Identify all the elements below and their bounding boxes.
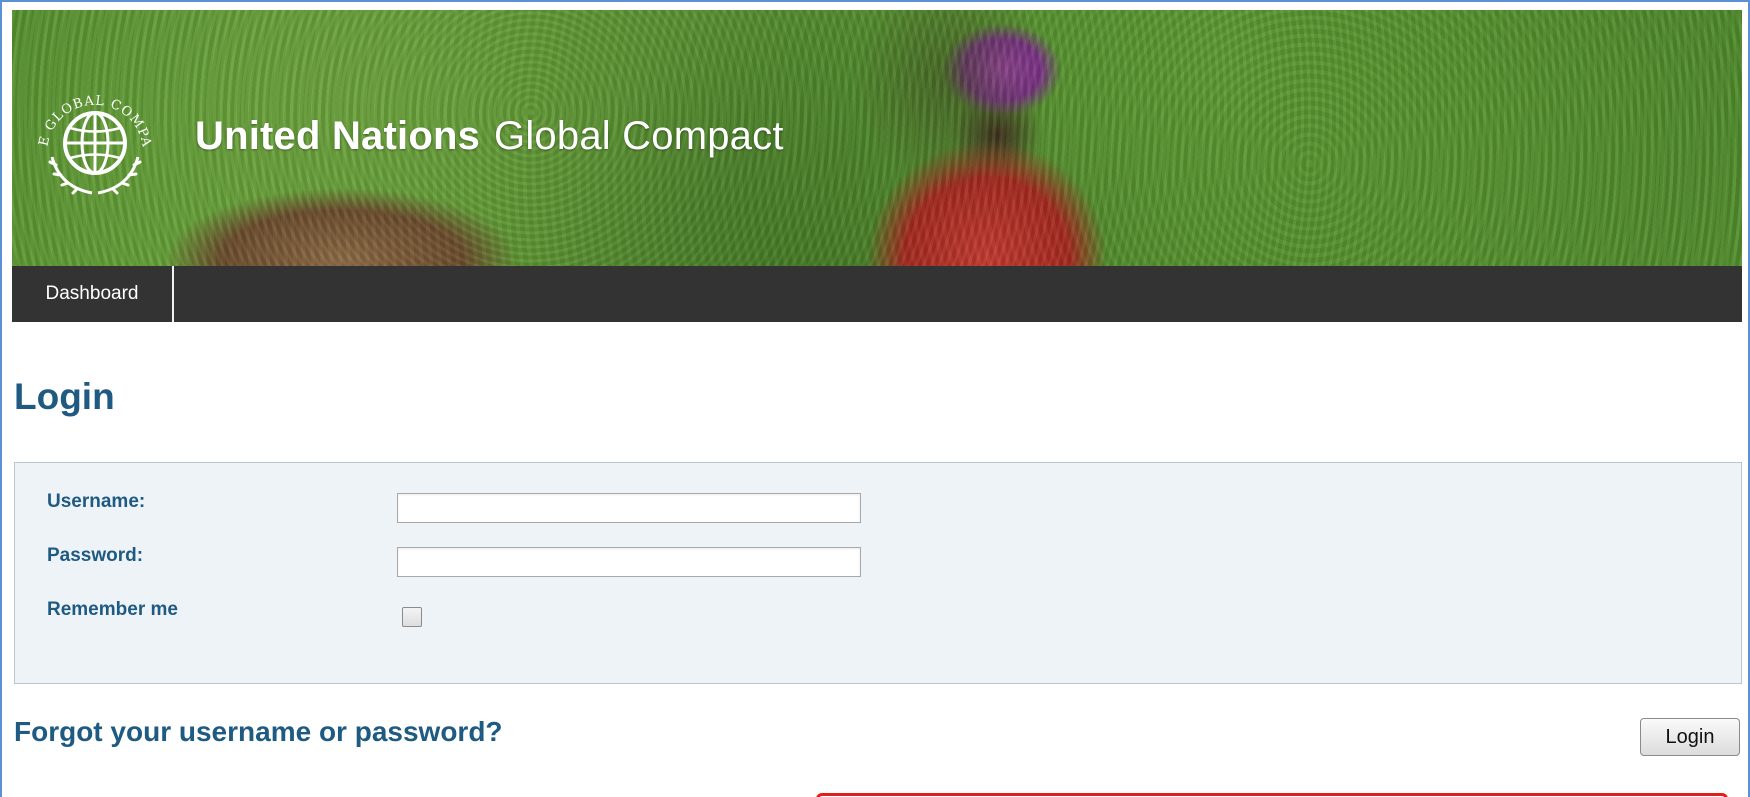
page-title: Login (14, 376, 115, 417)
global-compact-logo: THE GLOBAL COMPACT (30, 65, 154, 195)
nav-bar: Dashboard (12, 266, 1742, 322)
brand-title: United Nations Global Compact (195, 114, 784, 159)
login-form: Username: Password: Remember me (14, 462, 1742, 684)
notice-box (816, 793, 1728, 797)
tab-dashboard[interactable]: Dashboard (12, 266, 174, 322)
password-input[interactable] (397, 547, 861, 577)
logo-text: THE GLOBAL COMPACT (30, 65, 153, 149)
password-label: Password: (47, 545, 144, 566)
forgot-link[interactable]: Forgot your username or password? (14, 716, 503, 748)
header-banner: THE GLOBAL COMPACT United Nations Global … (12, 10, 1742, 266)
login-button[interactable]: Login (1640, 718, 1740, 756)
svg-text:THE GLOBAL COMPACT: THE GLOBAL COMPACT (30, 65, 154, 149)
username-input[interactable] (397, 493, 861, 523)
remember-checkbox[interactable] (402, 607, 422, 627)
brand-bold: United Nations (195, 114, 481, 158)
page-frame: THE GLOBAL COMPACT United Nations Global … (0, 0, 1750, 797)
username-label: Username: (47, 491, 146, 512)
remember-label: Remember me (47, 599, 178, 620)
brand-light: Global Compact (494, 114, 784, 158)
